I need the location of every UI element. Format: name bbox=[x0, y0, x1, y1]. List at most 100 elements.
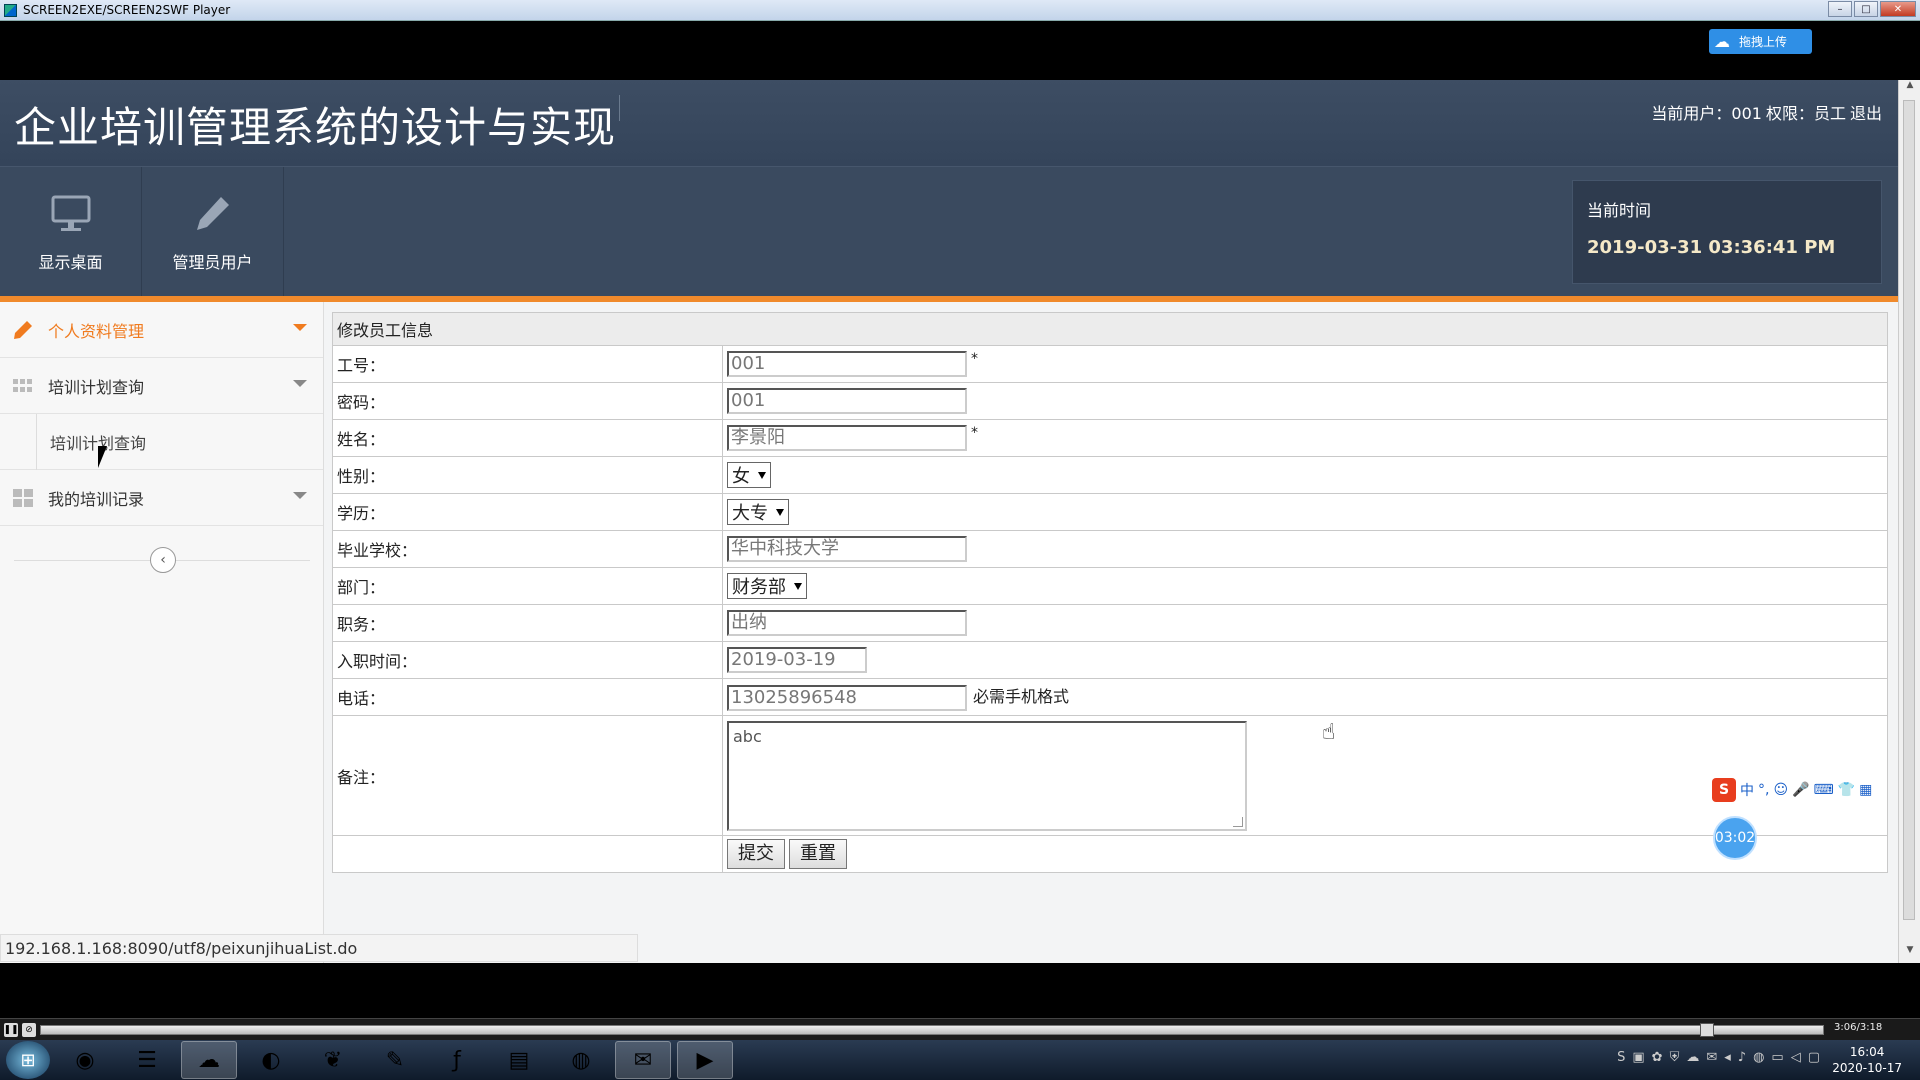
name-field[interactable]: 李景阳 bbox=[727, 425, 967, 451]
close-icon[interactable]: ✕ bbox=[1880, 1, 1916, 17]
resize-grip-icon[interactable] bbox=[1233, 816, 1243, 827]
emoji-icon[interactable]: ☺ bbox=[1773, 782, 1788, 798]
chevron-down-icon bbox=[293, 324, 307, 331]
minimize-icon[interactable]: – bbox=[1828, 1, 1852, 17]
form-row-name: 姓名： 李景阳 * bbox=[332, 419, 1888, 457]
antivirus-tray-icon[interactable]: ✿ bbox=[1652, 1050, 1663, 1065]
employee-id-field[interactable]: 001 bbox=[727, 351, 967, 377]
netdisk-tray-icon[interactable]: ☁ bbox=[1686, 1050, 1699, 1065]
display-tray-icon[interactable]: ▢ bbox=[1808, 1050, 1820, 1065]
upload-button[interactable]: ☁ 拖拽上传 bbox=[1709, 29, 1812, 54]
toolbar: 显示桌面 管理员用户 当前时间 2019-03-31 03:36:41 PM bbox=[0, 166, 1898, 297]
submit-button[interactable]: 提交 bbox=[727, 839, 785, 869]
show-desktop-button[interactable]: 显示桌面 bbox=[0, 167, 142, 297]
wechat-tray-icon[interactable]: ✉ bbox=[1706, 1050, 1717, 1065]
remark-textarea[interactable]: abc bbox=[727, 720, 1247, 831]
form-row-school: 毕业学校： 华中科技大学 bbox=[332, 530, 1888, 568]
speaker-tray-icon[interactable]: ◁ bbox=[1791, 1050, 1801, 1065]
wechat-icon[interactable]: ✉ bbox=[615, 1041, 671, 1079]
form-row-actions: 提交 重置 bbox=[332, 835, 1888, 873]
sidebar-item-training-records[interactable]: 我的培训记录 bbox=[0, 470, 323, 526]
scroll-up-icon[interactable]: ▲ bbox=[1899, 80, 1920, 98]
field-label: 性别： bbox=[332, 456, 723, 494]
school-field[interactable]: 华中科技大学 bbox=[727, 536, 967, 562]
form-row-password: 密码： 001 bbox=[332, 382, 1888, 420]
flash-icon[interactable]: ƒ bbox=[429, 1041, 485, 1079]
sidebar-item-profile[interactable]: 个人资料管理 bbox=[0, 302, 323, 358]
phone-field[interactable]: 13025896548 bbox=[727, 684, 967, 711]
notepad-icon[interactable]: ✎ bbox=[367, 1041, 423, 1079]
department-select[interactable]: 财务部 bbox=[727, 573, 807, 599]
volume-tray-icon[interactable]: ♪ bbox=[1738, 1050, 1746, 1065]
site-header: 企业培训管理系统的设计与实现 当前用户：001 权限：员工 退出 bbox=[0, 80, 1898, 166]
sogou-tray-icon[interactable]: S bbox=[1617, 1050, 1625, 1065]
browser-viewport: 企业培训管理系统的设计与实现 当前用户：001 权限：员工 退出 显示桌面 管理… bbox=[0, 80, 1898, 963]
current-user: 当前用户：001 bbox=[1651, 104, 1762, 123]
browser-icon[interactable]: ◐ bbox=[243, 1041, 299, 1079]
player-time: 3:06/3:18 bbox=[1834, 1022, 1883, 1033]
start-button[interactable]: ⊞ bbox=[6, 1041, 50, 1079]
stop-icon[interactable]: ⊘ bbox=[22, 1022, 36, 1037]
admin-user-button[interactable]: 管理员用户 bbox=[142, 167, 284, 297]
grid-icon bbox=[12, 377, 34, 395]
scroll-thumb[interactable] bbox=[1903, 100, 1915, 920]
baidu-netdisk-icon[interactable]: ☁ bbox=[181, 1041, 237, 1079]
form-row-phone: 电话： 13025896548 必需手机格式 bbox=[332, 678, 1888, 716]
shield-tray-icon[interactable]: ⛨ bbox=[1670, 1050, 1680, 1065]
form-row-gender: 性别： 女 bbox=[332, 456, 1888, 494]
window-title: SCREEN2EXE/SCREEN2SWF Player bbox=[23, 3, 231, 17]
form-row-education: 学历： 大专 bbox=[332, 493, 1888, 531]
sogou-icon[interactable]: S bbox=[1712, 778, 1736, 802]
screen2swf-icon[interactable]: ▶ bbox=[677, 1041, 733, 1079]
hire-date-field[interactable]: 2019-03-19 bbox=[727, 647, 867, 673]
punctuation-icon[interactable]: °, bbox=[1758, 782, 1769, 798]
reset-button[interactable]: 重置 bbox=[789, 839, 847, 869]
battery-tray-icon[interactable]: ▭ bbox=[1771, 1050, 1783, 1065]
sidebar: 个人资料管理 培训计划查询 培训计划查询 我的培训记录 ‹ bbox=[0, 302, 324, 963]
current-time-panel: 当前时间 2019-03-31 03:36:41 PM bbox=[1572, 180, 1882, 284]
gender-select[interactable]: 女 bbox=[727, 462, 771, 488]
form-row-position: 职务： 出纳 bbox=[332, 604, 1888, 642]
recording-timer[interactable]: 03:02 bbox=[1713, 816, 1757, 860]
field-label: 学历： bbox=[332, 493, 723, 531]
ime-mode[interactable]: 中 bbox=[1740, 780, 1754, 800]
password-field[interactable]: 001 bbox=[727, 388, 967, 414]
dropdown-arrow-icon bbox=[794, 582, 802, 590]
maximize-icon[interactable]: □ bbox=[1854, 1, 1878, 17]
field-label: 入职时间： bbox=[332, 641, 723, 679]
cloud-icon: ☁ bbox=[1714, 32, 1730, 51]
seek-track[interactable] bbox=[40, 1025, 1824, 1035]
field-label: 部门： bbox=[332, 567, 723, 605]
leaf-app-icon[interactable]: ❦ bbox=[305, 1041, 361, 1079]
position-field[interactable]: 出纳 bbox=[727, 610, 967, 636]
sidebar-item-training-plan[interactable]: 培训计划查询 bbox=[0, 358, 323, 414]
clock-time: 16:04 bbox=[1849, 1045, 1885, 1059]
chevron-down-icon bbox=[293, 492, 307, 499]
eclipse-icon[interactable]: ☰ bbox=[119, 1041, 175, 1079]
network-tray-icon[interactable]: ▣ bbox=[1632, 1050, 1644, 1065]
arrow-tray-icon[interactable]: ◂ bbox=[1724, 1050, 1731, 1065]
system-tray: S ▣ ✿ ⛨ ☁ ✉ ◂ ♪ ◍ ▭ ◁ ▢ bbox=[1617, 1050, 1820, 1065]
qq-tray-icon[interactable]: ◍ bbox=[1753, 1050, 1764, 1065]
pause-icon[interactable]: ❚❚ bbox=[3, 1022, 19, 1037]
form-row-remark: 备注： abc bbox=[332, 715, 1888, 836]
chevron-left-icon[interactable]: ‹ bbox=[150, 547, 176, 573]
field-label: 姓名： bbox=[332, 419, 723, 457]
admin-user-label: 管理员用户 bbox=[172, 253, 253, 272]
qq-icon[interactable]: ◍ bbox=[553, 1041, 609, 1079]
logout-link[interactable]: 退出 bbox=[1850, 100, 1882, 124]
skin-icon[interactable]: 👕 bbox=[1838, 782, 1855, 798]
folder-icon[interactable]: ▤ bbox=[491, 1041, 547, 1079]
toolbox-icon[interactable]: ▦ bbox=[1859, 782, 1872, 798]
page-scrollbar[interactable]: ▲ ▼ bbox=[1898, 80, 1920, 963]
current-time-value: 2019-03-31 03:36:41 PM bbox=[1587, 237, 1836, 258]
seek-handle[interactable] bbox=[1700, 1023, 1714, 1037]
microphone-icon[interactable]: 🎤 bbox=[1792, 782, 1809, 798]
field-label: 备注： bbox=[332, 715, 723, 836]
system-clock[interactable]: 16:04 2020-10-17 bbox=[1832, 1044, 1902, 1076]
sidebar-subitem-training-plan-query[interactable]: 培训计划查询 bbox=[0, 414, 323, 470]
chrome-icon[interactable]: ◉ bbox=[57, 1041, 113, 1079]
education-select[interactable]: 大专 bbox=[727, 499, 789, 525]
scroll-down-icon[interactable]: ▼ bbox=[1899, 945, 1920, 963]
keyboard-icon[interactable]: ⌨ bbox=[1814, 782, 1834, 798]
